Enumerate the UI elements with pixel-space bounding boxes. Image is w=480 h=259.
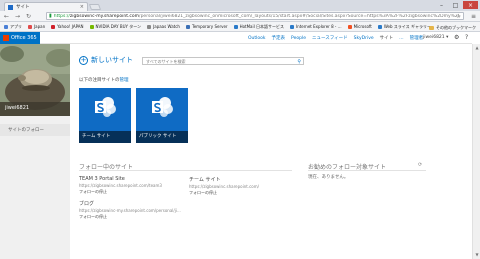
new-site-button[interactable]: + 新しいサイト (79, 55, 133, 65)
bookmark-item[interactable]: HotMail 日本語サービス (233, 24, 284, 30)
followed-site-item: チーム サイト https://zigbsowinc.sharepoint.co… (189, 176, 259, 196)
tab-bar: サイト × – □ × (0, 0, 480, 11)
maximize-icon[interactable]: □ (449, 1, 462, 9)
tab-close-icon[interactable]: × (80, 4, 84, 10)
browser-window: サイト × – □ × ← → ↻ ▮ https://zigbsowinc-m… (0, 0, 480, 259)
hotmail-icon (233, 24, 238, 29)
address-bar[interactable]: ▮ https://zigbsowinc-my.sharepoint.com/p… (46, 12, 464, 20)
vertical-scrollbar[interactable]: ▲ ▼ (472, 44, 480, 259)
apps-icon (4, 24, 8, 29)
promoted-prefix: 以下の注目サイトの (79, 78, 120, 83)
other-bookmarks[interactable]: その他のブックマーク (429, 25, 476, 31)
sharepoint-logo-icon (152, 97, 173, 117)
bookmark-item[interactable]: Yahoo! JAPAN (51, 24, 84, 29)
minimize-icon[interactable]: – (435, 1, 448, 9)
tile-label: パブリック サイト (139, 134, 177, 139)
office-logo-icon (3, 35, 9, 41)
followed-site-title[interactable]: チーム サイト (189, 176, 259, 183)
url-host: zigbsowinc-my.sharepoint.com (69, 13, 140, 19)
browser-tab[interactable]: サイト × (4, 2, 88, 11)
bookmarks-bar: アプリ Japan Yahoo! JAPAN NVIDIA DAY BUY ター… (0, 22, 480, 32)
bookmark-item[interactable]: Web スライス ギャラリー (377, 24, 431, 30)
microsoft-icon (347, 24, 352, 29)
reload-icon[interactable]: ↻ (24, 12, 33, 21)
office365-suite-bar: Office 365 Outlook 予定表 People ニュースフィード S… (0, 32, 472, 44)
gear-icon[interactable]: ⚙ (454, 34, 459, 41)
new-site-label: 新しいサイト (91, 56, 133, 64)
lock-icon: ▮ (49, 13, 52, 19)
divider (79, 170, 292, 171)
scroll-up-icon[interactable]: ▲ (474, 45, 480, 51)
nvidia-icon (89, 24, 94, 29)
sharepoint-logo-icon (95, 97, 116, 117)
suite-nav-calendar[interactable]: 予定表 (272, 35, 286, 41)
followed-site-item: ブログ https://zigbsowinc-my.sharepoint.com… (79, 200, 181, 220)
search-icon[interactable]: ⚲ (297, 59, 301, 65)
scroll-down-icon[interactable]: ▼ (474, 252, 480, 258)
back-icon[interactable]: ← (2, 12, 11, 21)
bookmark-item[interactable]: Internet Explorer 8 - … (289, 24, 342, 29)
forward-icon[interactable]: → (13, 12, 22, 21)
profile-photo[interactable]: jiwei6821 (0, 44, 70, 116)
bookmark-icon (185, 24, 190, 29)
yahoo-icon (51, 24, 56, 29)
divider (308, 170, 426, 171)
url-scheme: https:// (53, 13, 70, 19)
promoted-sites-heading: 以下の注目サイトの管理 (79, 77, 129, 83)
suite-nav-outlook[interactable]: Outlook (248, 36, 266, 41)
followed-site-title[interactable]: TEAM 3 Portal Site (79, 176, 162, 182)
user-menu[interactable]: jiwei6821 ▾ (423, 35, 448, 40)
sidebar-item-followed-sites[interactable]: サイトのフォロー (0, 124, 70, 136)
window-close-icon[interactable]: × (463, 1, 478, 9)
bookmark-item[interactable]: Japaas Watch (147, 24, 180, 29)
address-row: ← → ↻ ▮ https://zigbsowinc-my.sharepoint… (0, 11, 480, 22)
tile-label: チーム サイト (82, 134, 111, 139)
bookmark-item[interactable]: NVIDIA DAY BUY ターン (89, 24, 141, 30)
site-search-input[interactable] (146, 58, 286, 64)
promoted-tile-team-site[interactable]: チーム サイト (79, 88, 131, 143)
ie-icon (289, 24, 294, 29)
bookmark-item[interactable]: Temporary Server (185, 24, 228, 29)
help-icon[interactable]: ? (465, 34, 468, 41)
sharepoint-favicon-icon (8, 4, 13, 10)
site-search-box[interactable]: ⚲ (142, 57, 304, 65)
stop-following-link[interactable]: フォローの停止 (79, 214, 181, 220)
stop-following-link[interactable]: フォローの停止 (189, 190, 259, 196)
brand-label: Office 365 (11, 35, 37, 41)
refresh-icon[interactable]: ⟳ (418, 162, 422, 168)
suite-nav-newsfeed[interactable]: ニュースフィード (312, 35, 348, 41)
bookmark-item[interactable]: Microsoft (347, 24, 372, 29)
stop-following-link[interactable]: フォローの停止 (79, 189, 162, 195)
suite-nav-skydrive[interactable]: SkyDrive (354, 36, 374, 41)
manage-promoted-link[interactable]: 管理 (120, 78, 129, 83)
new-tab-button[interactable] (88, 4, 102, 10)
bookmark-icon (28, 24, 32, 29)
followed-site-url: https://zigbsowinc.sharepoint.com/team3 (79, 183, 162, 188)
followed-site-title[interactable]: ブログ (79, 200, 181, 207)
suggested-empty-text: 現在、ありません。 (308, 175, 349, 180)
followed-site-url: https://zigbsowinc.sharepoint.com/ (189, 184, 259, 189)
office365-brand[interactable]: Office 365 (0, 32, 40, 44)
url-text: https://zigbsowinc-my.sharepoint.com/per… (54, 14, 461, 19)
plus-circle-icon: + (79, 55, 88, 65)
bookmark-item[interactable]: Japan (28, 24, 45, 29)
browser-menu-icon[interactable]: ≡ (471, 13, 476, 20)
suite-nav-more[interactable]: … (399, 36, 404, 41)
bookmark-star-icon[interactable]: ☆ (456, 13, 461, 20)
profile-name[interactable]: jiwei6821 (5, 105, 29, 111)
promoted-tile-public-site[interactable]: パブリック サイト (136, 88, 188, 143)
bookmark-item[interactable]: アプリ (4, 24, 22, 30)
suite-nav: Outlook 予定表 People ニュースフィード SkyDrive サイト… (248, 32, 429, 44)
suite-nav-people[interactable]: People (291, 36, 306, 41)
tab-title: サイト (16, 5, 30, 10)
folder-icon (429, 26, 434, 30)
web-slice-icon (377, 24, 382, 29)
suite-nav-sites[interactable]: サイト (380, 35, 394, 41)
bookmark-icon (147, 24, 152, 29)
suite-nav-admin[interactable]: 管理者 (410, 35, 424, 41)
followed-site-item: TEAM 3 Portal Site https://zigbsowinc.sh… (79, 176, 162, 195)
left-panel: jiwei6821 サイトのフォロー (0, 44, 70, 259)
url-path: /personal/jiwei6821_zigbsowinc_onmicroso… (139, 13, 461, 19)
followed-site-url: https://zigbsowinc-my.sharepoint.com/per… (79, 208, 181, 213)
